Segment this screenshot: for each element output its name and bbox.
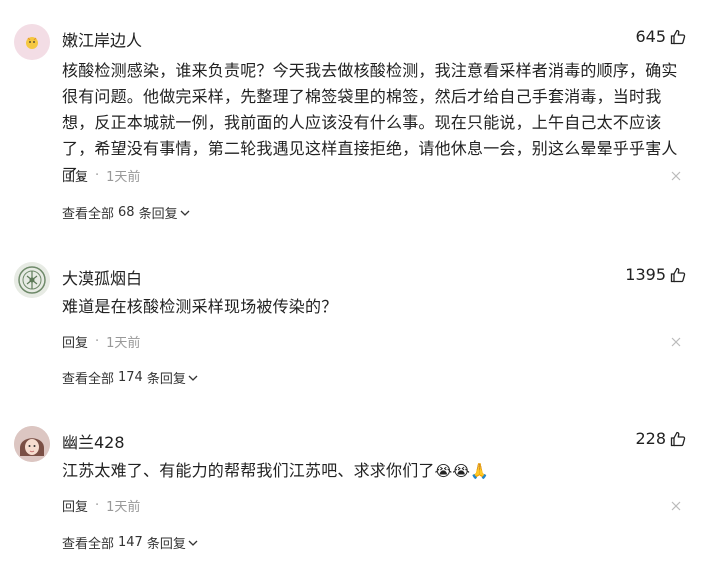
close-icon[interactable] [670,170,682,182]
reply-count: 174 [118,370,143,385]
close-icon[interactable] [670,336,682,348]
close-icon[interactable] [670,500,682,512]
comment-meta: 回复 · 1天前 [62,496,140,515]
like-button[interactable]: 228 [635,429,686,448]
timestamp: 1天前 [106,170,141,185]
chevron-down-icon [188,375,198,381]
view-all-prefix: 查看全部 [62,537,115,552]
like-count: 228 [635,429,666,448]
chevron-down-icon [180,210,190,216]
view-all-suffix: 条回复 [138,207,178,222]
avatar[interactable] [14,262,50,298]
thumbs-up-icon [670,29,686,44]
timestamp: 1天前 [106,336,141,351]
view-all-suffix: 条回复 [146,372,186,387]
reply-count: 68 [118,205,135,220]
reply-button[interactable]: 回复 [62,496,88,515]
like-button[interactable]: 1395 [625,265,686,284]
view-all-replies-button[interactable]: 查看全部 147 条回复 [62,533,198,552]
timestamp: 1天前 [106,500,141,515]
separator-dot: · [95,498,100,513]
username[interactable]: 幽兰428 [62,429,125,453]
reply-button[interactable]: 回复 [62,166,88,185]
view-all-prefix: 查看全部 [62,372,115,387]
like-button[interactable]: 645 [635,27,686,46]
thumbs-up-icon [670,431,686,446]
username[interactable]: 嫩江岸边人 [62,27,142,51]
username[interactable]: 大漠孤烟白 [62,265,142,289]
comment-text: 江苏太难了、有能力的帮帮我们江苏吧、求求你们了😭😭🙏 [62,458,682,484]
comment-text-content: 江苏太难了、有能力的帮帮我们江苏吧、求求你们了 [62,461,435,480]
avatar[interactable] [14,24,50,60]
avatar[interactable] [14,426,50,462]
view-all-suffix: 条回复 [146,537,186,552]
reply-count: 147 [118,535,143,550]
emoji-group: 😭😭🙏 [434,462,489,480]
avatar-image [14,24,50,60]
like-count: 645 [635,27,666,46]
thumbs-up-icon [670,267,686,282]
comment-text: 核酸检测感染，谁来负责呢？今天我去做核酸检测，我注意看采样者消毒的顺序，确实很有… [62,61,678,184]
chevron-down-icon [188,540,198,546]
comment-text: 难道是在核酸检测采样现场被传染的？ [62,297,338,316]
separator-dot: · [95,168,100,183]
like-count: 1395 [625,265,666,284]
view-all-prefix: 查看全部 [62,207,115,222]
comment-meta: 回复 · 1天前 [62,332,140,351]
separator-dot: · [95,334,100,349]
comment-meta: 回复 · 1天前 [62,166,140,185]
view-all-replies-button[interactable]: 查看全部 174 条回复 [62,368,198,387]
avatar-image [14,426,50,462]
reply-button[interactable]: 回复 [62,332,88,351]
view-all-replies-button[interactable]: 查看全部 68 条回复 [62,203,190,222]
avatar-image [14,262,50,298]
